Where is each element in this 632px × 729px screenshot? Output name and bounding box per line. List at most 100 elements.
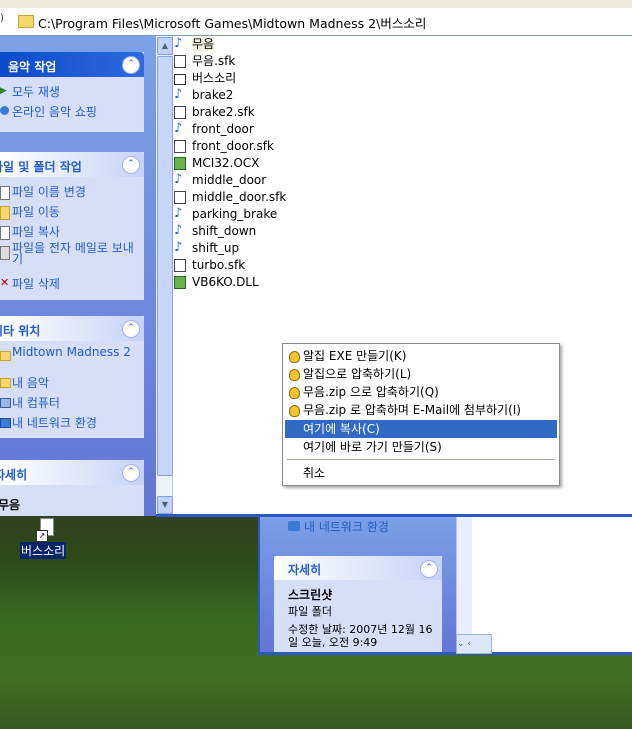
details-header[interactable]: 자세히 ⌃ <box>0 460 144 485</box>
audio-file-icon: ♪ <box>174 172 183 187</box>
menu-item-cancel[interactable]: 취소 <box>285 464 557 482</box>
window-bottom-border <box>156 514 632 517</box>
file-list-item[interactable]: ♪ front_door <box>174 121 286 138</box>
file-name: front_door <box>192 122 254 136</box>
scroll-thumb[interactable] <box>157 56 173 476</box>
move-file-link[interactable]: 파일 이동 <box>0 203 144 223</box>
details-panel: 자세히 ⌃ 무음 <box>0 460 144 516</box>
audio-file-icon: ♪ <box>174 87 183 102</box>
file-list-item[interactable]: VB6KO.DLL <box>174 274 286 291</box>
menu-item-compress-email[interactable]: 무음.zip 로 압축하며 E-Mail에 첨부하기(I) <box>285 401 557 419</box>
file-tasks-panel: 파일 및 폴더 작업 ⌃ 파일 이름 변경 파일 이동 파일 복사 파일을 전자… <box>0 152 144 300</box>
document-file-icon <box>174 106 186 119</box>
file-list-item[interactable]: middle_door.sfk <box>174 189 286 206</box>
back-details-panel: 자세히 ⌃ 스크린샷 파일 폴더 수정한 날짜: 2007년 12월 16일 오… <box>274 556 442 652</box>
chevron-up-icon[interactable]: ⌃ <box>122 464 140 482</box>
place-network-link[interactable]: 내 네트워크 환경 <box>0 414 144 434</box>
file-name: parking_brake <box>192 207 278 221</box>
scroll-up-button[interactable]: ▲ <box>157 37 173 55</box>
back-vertical-scrollbar[interactable] <box>456 510 473 652</box>
file-tasks-header[interactable]: 파일 및 폴더 작업 ⌃ <box>0 152 144 177</box>
file-name: brake2.sfk <box>192 105 255 119</box>
address-bar[interactable]: ) C:\Program Files\Microsoft Games\Midto… <box>0 8 632 36</box>
chevron-up-icon[interactable]: ⌃ <box>122 156 140 174</box>
context-menu: 알집 EXE 만들기(K) 알집으로 압축하기(L) 무음.zip 으로 압축하… <box>282 343 560 486</box>
document-file-icon <box>174 259 186 272</box>
vertical-scrollbar[interactable]: ▲ ▼ <box>156 36 173 516</box>
file-name: shift_up <box>192 241 240 255</box>
audio-file-icon: ♪ <box>174 223 183 238</box>
file-list-item[interactable]: brake2.sfk <box>174 104 286 121</box>
file-list-item[interactable]: front_door.sfk <box>174 138 286 155</box>
file-list-item[interactable]: ♪ 무음 <box>174 36 286 53</box>
file-name: 버스소리 <box>192 71 237 85</box>
delete-file-link[interactable]: ✕ 파일 삭제 <box>0 275 144 295</box>
move-icon <box>0 206 10 220</box>
audio-file-icon: ♪ <box>174 206 183 221</box>
file-list-item[interactable]: 버스소리 <box>174 70 286 87</box>
file-list-item[interactable]: ♪ shift_down <box>174 223 286 240</box>
play-all-link[interactable]: ▶ 모두 재생 <box>0 83 144 103</box>
address-dropdown-icon[interactable]: ) <box>0 13 12 29</box>
copy-file-link[interactable]: 파일 복사 <box>0 223 144 243</box>
place-midtown-madness-link[interactable]: Midtown Madness 2 <box>0 346 144 374</box>
file-list-item[interactable]: ♪ parking_brake <box>174 206 286 223</box>
file-list-item[interactable]: 무음.sfk <box>174 53 286 70</box>
document-file-icon <box>174 55 186 68</box>
back-item-modified: 수정한 날짜: 2007년 12월 16일 오늘, 오전 9:49 <box>288 623 433 649</box>
back-details-header[interactable]: 자세히 ⌃ <box>274 556 442 580</box>
chevron-down-icon[interactable]: ⌄ ‹ <box>457 639 471 649</box>
folder-icon <box>18 15 34 28</box>
delete-icon: ✕ <box>0 276 10 289</box>
shop-music-online-link[interactable]: 온라인 음악 쇼핑 <box>0 103 144 123</box>
scroll-down-button[interactable]: ▼ <box>157 496 173 514</box>
chevron-up-icon[interactable]: ⌃ <box>122 320 140 338</box>
file-list-item[interactable]: turbo.sfk <box>174 257 286 274</box>
place-my-computer-link[interactable]: 내 컴퓨터 <box>0 394 144 414</box>
globe-icon <box>0 106 9 115</box>
play-icon: ▶ <box>0 86 7 96</box>
system-file-icon <box>174 157 186 170</box>
file-tasks-title: 파일 및 폴더 작업 <box>0 160 82 174</box>
folder-icon <box>0 351 11 361</box>
rename-file-link[interactable]: 파일 이름 변경 <box>0 183 144 203</box>
back-horizontal-scrollbar[interactable]: ⌄ ‹ <box>456 634 492 654</box>
file-list-item[interactable]: MCI32.OCX <box>174 155 286 172</box>
file-name: brake2 <box>192 88 234 102</box>
other-places-panel: 기타 위치 ⌃ Midtown Madness 2 내 음악 내 컴퓨터 내 네… <box>0 316 144 438</box>
address-path[interactable]: C:\Program Files\Microsoft Games\Midtown… <box>38 13 426 32</box>
menu-item-create-shortcut[interactable]: 여기에 바로 가기 만들기(S) <box>285 438 557 456</box>
place-my-music-link[interactable]: 내 음악 <box>0 374 144 394</box>
shortcut-folder-icon <box>174 74 186 85</box>
file-list-item[interactable]: ♪ shift_up <box>174 240 286 257</box>
file-list-item[interactable]: ♪ middle_door <box>174 172 286 189</box>
network-icon <box>288 521 300 531</box>
music-folder-icon <box>0 378 11 388</box>
back-item-name: 스크린샷 <box>288 588 333 602</box>
menu-item-compress-zip[interactable]: 무음.zip 으로 압축하기(Q) <box>285 383 557 401</box>
background-explorer-window[interactable]: 내 네트워크 환경 자세히 ⌃ 스크린샷 파일 폴더 수정한 날짜: 2007년… <box>258 510 632 655</box>
email-file-link[interactable]: 파일을 전자 메일로 보내기 <box>0 242 144 275</box>
alzip-icon <box>289 387 300 399</box>
menu-item-copy-here[interactable]: 여기에 복사(C) <box>285 420 557 438</box>
desktop-shortcut-label: 버스소리 <box>20 542 67 559</box>
chevron-up-icon[interactable]: ⌃ <box>122 56 140 74</box>
menu-item-alzip-exe[interactable]: 알집 EXE 만들기(K) <box>285 347 557 365</box>
file-name: MCI32.OCX <box>192 156 260 170</box>
audio-file-icon: ♪ <box>174 240 183 255</box>
chevron-up-icon[interactable]: ⌃ <box>420 560 438 578</box>
back-network-link[interactable]: 내 네트워크 환경 <box>288 518 389 535</box>
file-name: VB6KO.DLL <box>192 275 259 289</box>
other-places-header[interactable]: 기타 위치 ⌃ <box>0 316 144 341</box>
menu-item-alzip-compress[interactable]: 알집으로 압축하기(L) <box>285 365 557 383</box>
music-tasks-header[interactable]: 음악 작업 ⌃ <box>0 52 144 77</box>
rename-icon <box>0 186 10 200</box>
menu-separator <box>287 459 555 460</box>
music-tasks-title: 음악 작업 <box>8 60 57 74</box>
details-value: 무음 <box>0 498 21 512</box>
file-list: ♪ 무음 무음.sfk 버스소리 ♪ brake2 brake2.sfk ♪ front_doo… <box>174 36 286 291</box>
audio-file-icon: ♪ <box>174 121 183 136</box>
file-name: middle_door <box>192 173 267 187</box>
file-list-item[interactable]: ♪ brake2 <box>174 87 286 104</box>
file-name: 무음.sfk <box>192 54 236 68</box>
